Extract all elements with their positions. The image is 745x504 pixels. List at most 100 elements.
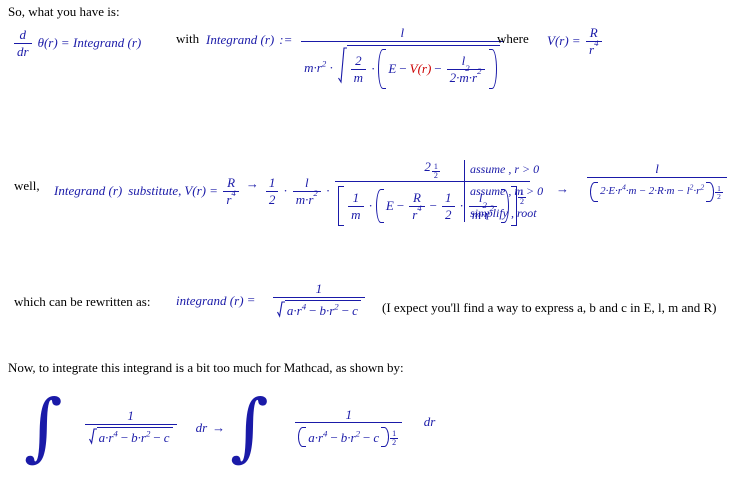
- right-paren-right: [381, 427, 390, 448]
- right-exp-den: 2: [390, 438, 399, 448]
- rewritten-fraction: 1 a·r4 − b·r2 − c: [261, 282, 377, 319]
- c-term: c: [352, 302, 358, 318]
- bk-r4-den: r4: [409, 203, 425, 222]
- intro-text: So, what you have is:: [8, 4, 120, 19]
- result-arrow: →: [556, 181, 569, 196]
- equals-sign: =: [61, 35, 70, 51]
- left-radicand: a·r4 − b·r2 − c: [96, 426, 173, 446]
- equation-potential-definition[interactable]: V(r) = R r4: [547, 26, 604, 56]
- right-num: 1: [345, 406, 352, 422]
- equation-integrand-definition[interactable]: Integrand (r) := l m·r2 · 2 m · E − V(r)…: [206, 26, 507, 91]
- right-exp-frac: 1 2: [390, 429, 399, 448]
- m-r-squared: m·r2: [304, 58, 327, 75]
- result-paren-left: [590, 181, 599, 202]
- integral-arrow: →: [207, 420, 230, 436]
- equation-substitute[interactable]: Integrand (r) substitute , V(r) = R r4 →…: [54, 160, 532, 227]
- right-paren-left: [298, 427, 307, 448]
- dot-operator-2: ·: [371, 61, 376, 77]
- result-exponent: 1 2: [714, 180, 724, 201]
- potential-V-of-r: V(r): [409, 61, 432, 77]
- sub-V-of-r: V(r): [184, 183, 207, 199]
- radical-sign: [337, 45, 347, 91]
- bk-E: E: [385, 198, 394, 214]
- right-paren-body: a·r4 − b·r2 − c: [306, 427, 381, 447]
- integrand-fraction: l m·r2 · 2 m · E − V(r) − l 2 2·m·r 2: [299, 26, 505, 91]
- energy-E: E: [388, 61, 397, 77]
- square-root: 2 m · E − V(r) − l 2 2·m·r 2: [337, 44, 500, 91]
- mr2-den: m·r 2: [292, 188, 321, 207]
- simplified-result[interactable]: l 2·E·r4·m − 2·R·m − l2·r2 1 2: [572, 160, 742, 202]
- rewritten-numerator: 1: [315, 281, 323, 296]
- result-exp-frac: 1 2: [715, 185, 723, 201]
- l-over-mr2: l m·r 2: [292, 175, 321, 207]
- br2-term: b·r2: [319, 301, 339, 318]
- r4-denominator: r4: [586, 38, 602, 57]
- result-denominator: 2·E·r4·m − 2·R·m − l2·r2 1 2: [587, 176, 727, 202]
- integrand-lower-name: integrand (r): [176, 293, 244, 309]
- integrand-of-r: Integrand (r): [73, 35, 142, 51]
- integrand-numerator: l: [400, 25, 405, 40]
- sub-equals: =: [210, 183, 218, 199]
- angular-momentum-term: l2 2·m·r 2: [446, 53, 485, 84]
- rw-minus-1: −: [309, 302, 317, 318]
- rewritten-square-root: a·r4 − b·r2 − c: [276, 299, 361, 319]
- integration-note: Now, to integrate this integrand is a bi…: [8, 360, 404, 375]
- result-paren-with-exp: 2·E·r4·m − 2·R·m − l2·r2 1 2: [590, 180, 724, 202]
- modifier-item: simplify , root: [470, 205, 537, 220]
- l-num: l: [304, 175, 309, 190]
- integral-right-body: 1 a·r4 − b·r2 − c 1 2 dr: [269, 408, 436, 448]
- equation-rewritten-integrand[interactable]: integrand (r) = 1 a·r4 − b·r2 − c: [176, 282, 379, 319]
- left-differential: dr: [195, 419, 208, 435]
- inner-paren-left: [375, 189, 384, 224]
- right-differential: dr: [423, 413, 436, 429]
- two-to-half: 2 1 2: [424, 160, 441, 180]
- equation-integral-attempt[interactable]: ∫ 1 a·r4 − b·r2 − c dr → ∫ 1 a·r4 − b·r2…: [24, 390, 436, 464]
- right-paren-group: a·r4 − b·r2 − c: [298, 427, 390, 448]
- define-operator: :=: [279, 32, 293, 47]
- evaluation-modifier-bar[interactable]: assume , r > 0 assume , m > 0 simplify ,…: [464, 160, 543, 222]
- half-exp-num: 1: [433, 162, 438, 171]
- d-numerator: d: [19, 27, 27, 42]
- half-den: 2: [265, 190, 279, 207]
- left-radical-glyph: [88, 428, 97, 445]
- right-paren-with-exp: a·r4 − b·r2 − c 1 2: [298, 427, 399, 448]
- result-numerator: l: [655, 161, 659, 176]
- two-over-m: 2 m: [350, 54, 367, 84]
- left-integrand-fraction: 1 a·r4 − b·r2 − c: [73, 409, 189, 446]
- integrand-def-name: Integrand (r): [206, 32, 275, 47]
- minus-2: −: [434, 61, 442, 77]
- denominator-expression: m·r2 · 2 m · E − V(r) − l 2 2·m·r 2: [304, 44, 500, 91]
- right-exp-num: 1: [392, 429, 397, 439]
- ar4-term: a·r4: [286, 301, 307, 318]
- l-squared-numerator: l2: [461, 53, 470, 73]
- integrand-name-2: Integrand (r): [54, 183, 123, 199]
- half-exp-frac: 1 2: [431, 162, 440, 180]
- paren-left: [378, 49, 387, 90]
- integrand-denominator: m·r2 · 2 m · E − V(r) − l 2 2·m·r 2: [301, 40, 504, 91]
- term-2Rm: 2·R·m: [648, 184, 675, 197]
- integrand-big-fraction: l m·r2 · 2 m · E − V(r) − l 2 2·m·r 2: [297, 26, 507, 91]
- res-minus-2: −: [677, 184, 684, 197]
- one-over-m: 1 m: [348, 191, 364, 221]
- right-c: c: [373, 429, 380, 445]
- substitute-keyword: substitute: [128, 183, 179, 199]
- left-den: a·r4 − b·r2 − c: [84, 423, 177, 446]
- dot-op-a: ·: [283, 183, 288, 199]
- bk-half-num: 1: [445, 189, 452, 205]
- bk-minus-2: −: [429, 198, 438, 214]
- bk-one-half: 1 2: [442, 191, 455, 221]
- rewritten-radical-glyph: [276, 301, 285, 318]
- minus-1: −: [399, 61, 407, 77]
- right-integrand-fraction: 1 a·r4 − b·r2 − c 1 2: [281, 408, 417, 448]
- rewritten-label: which can be rewritten as:: [14, 294, 151, 309]
- integral-arrow-glyph: →: [212, 419, 226, 435]
- bk-half-den: 2: [442, 205, 455, 222]
- half-exponent: 1 2: [431, 158, 441, 180]
- equation-derivative-definition[interactable]: d dr θ(r) = Integrand (r): [12, 26, 141, 58]
- result-paren-right: [706, 181, 715, 202]
- half-num: 1: [268, 175, 276, 190]
- modifier-item: assume , m > 0: [470, 183, 544, 198]
- V-of-r-label: V(r): [547, 33, 569, 49]
- dot-operator: ·: [329, 59, 334, 75]
- radicand: 2 m · E − V(r) − l 2 2·m·r 2: [346, 44, 500, 91]
